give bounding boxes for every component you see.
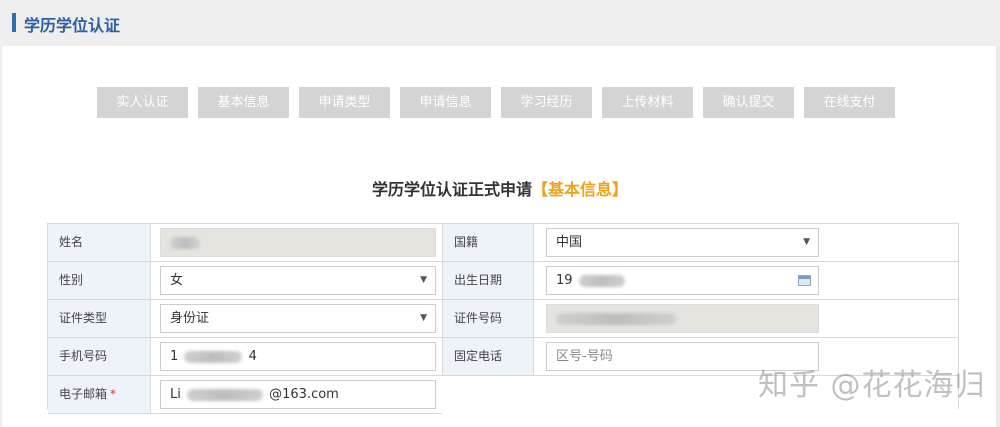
email-value-start: Li [170, 387, 181, 402]
id-type-value: 身份证 [170, 311, 210, 326]
nationality-select[interactable]: 中国 ▼ [546, 228, 819, 257]
birth-date-value: 19 [556, 273, 573, 288]
id-type-label: 证件类型 [48, 300, 151, 337]
name-field [160, 228, 436, 257]
birth-date-label: 出生日期 [442, 262, 534, 299]
form-row: 证件类型 身份证 ▼ 证件号码 [48, 300, 958, 338]
step-basic-info[interactable]: 基本信息 [198, 87, 289, 118]
step-application-info[interactable]: 申请信息 [400, 87, 491, 118]
id-type-select[interactable]: 身份证 ▼ [160, 304, 436, 333]
required-mark: * [110, 387, 117, 401]
step-real-person-auth[interactable]: 实人认证 [97, 87, 188, 118]
watermark: 知乎 @花花海归 [758, 368, 986, 403]
step-application-type[interactable]: 申请类型 [299, 87, 390, 118]
nationality-value: 中国 [556, 235, 583, 250]
calendar-icon[interactable] [798, 275, 811, 286]
redacted-value [187, 388, 263, 401]
form-row: 姓名 国籍 中国 ▼ [48, 224, 958, 262]
page-header: 学历学位认证 [0, 0, 1000, 46]
page-title: 学历学位认证 [24, 16, 121, 35]
step-online-payment[interactable]: 在线支付 [804, 87, 895, 118]
redacted-value [184, 350, 243, 363]
chevron-down-icon: ▼ [803, 237, 810, 247]
gender-value: 女 [170, 273, 184, 288]
id-number-label: 证件号码 [442, 300, 534, 337]
landline-label: 固定电话 [442, 338, 534, 375]
redacted-value [578, 274, 625, 287]
form-row: 性别 女 ▼ 出生日期 19 [48, 262, 958, 300]
form-heading: 学历学位认证正式申请【基本信息】 [0, 176, 1000, 200]
birth-date-field[interactable]: 19 [546, 266, 819, 295]
step-nav: 实人认证 基本信息 申请类型 申请信息 学习经历 上传材料 确认提交 在线支付 [97, 87, 895, 118]
mobile-input[interactable]: 1 4 [160, 342, 436, 371]
name-label: 姓名 [48, 224, 151, 261]
mobile-value-start: 1 [170, 349, 179, 364]
mobile-label: 手机号码 [48, 338, 151, 375]
email-value-end: @163.com [269, 387, 339, 402]
id-number-field [546, 304, 819, 333]
email-label: 电子邮箱 * [48, 376, 151, 413]
email-input[interactable]: Li @163.com [160, 380, 436, 409]
nationality-label: 国籍 [442, 224, 534, 261]
gender-select[interactable]: 女 ▼ [160, 266, 436, 295]
step-confirm-submit[interactable]: 确认提交 [703, 87, 794, 118]
email-label-text: 电子邮箱 [59, 387, 108, 401]
form-title: 学历学位认证正式申请 [371, 180, 532, 199]
form-row: 电子邮箱 * Li @163.com [48, 376, 442, 414]
redacted-value [556, 312, 676, 325]
chevron-down-icon: ▼ [420, 313, 427, 323]
redacted-value [170, 236, 200, 249]
step-upload-materials[interactable]: 上传材料 [602, 87, 693, 118]
header-accent-bar [12, 13, 16, 32]
step-study-history[interactable]: 学习经历 [501, 87, 592, 118]
landline-placeholder: 区号-号码 [556, 349, 613, 364]
mobile-value-end: 4 [248, 349, 257, 364]
form-subtitle: 【基本信息】 [532, 180, 629, 199]
chevron-down-icon: ▼ [420, 275, 427, 285]
gender-label: 性别 [48, 262, 151, 299]
